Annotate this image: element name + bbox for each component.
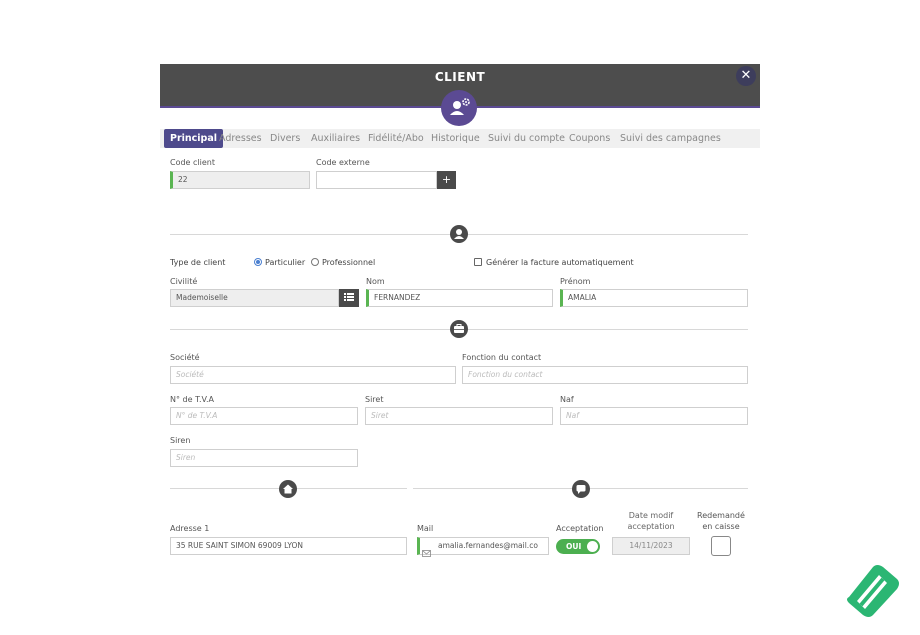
siret-label: Siret bbox=[365, 395, 384, 404]
envelope-icon bbox=[422, 542, 431, 561]
prenom-label: Prénom bbox=[560, 277, 591, 286]
redemande-checkbox[interactable] bbox=[711, 536, 731, 556]
siret-input[interactable]: Siret bbox=[365, 407, 553, 425]
acceptation-toggle[interactable]: OUI bbox=[556, 539, 600, 554]
date-modif-label: Date modif bbox=[628, 511, 674, 520]
en-caisse-label: en caisse bbox=[702, 522, 740, 531]
code-externe-input[interactable] bbox=[316, 171, 437, 189]
naf-label: Naf bbox=[560, 395, 574, 404]
prenom-input[interactable]: AMALIA bbox=[560, 289, 748, 307]
code-client-label: Code client bbox=[170, 158, 215, 167]
code-externe-label: Code externe bbox=[316, 158, 370, 167]
fonction-label: Fonction du contact bbox=[462, 353, 542, 362]
tab-adresses[interactable]: Adresses bbox=[219, 129, 262, 148]
date-acceptation-label: acceptation bbox=[627, 522, 675, 531]
professionnel-label: Professionnel bbox=[322, 258, 376, 267]
facture-label: Générer la facture automatiquement bbox=[486, 258, 634, 267]
siren-label: Siren bbox=[170, 436, 191, 445]
fonction-input[interactable]: Fonction du contact bbox=[462, 366, 748, 384]
user-settings-icon bbox=[441, 90, 477, 126]
redemande-label: Redemandé bbox=[697, 511, 745, 520]
nom-label: Nom bbox=[366, 277, 385, 286]
tab-suivi-campagnes[interactable]: Suivi des campagnes bbox=[620, 129, 721, 148]
civilite-field[interactable]: Mademoiselle bbox=[170, 289, 339, 307]
home-icon bbox=[279, 480, 297, 498]
adresse-label: Adresse 1 bbox=[170, 524, 210, 533]
facture-checkbox[interactable] bbox=[474, 258, 482, 266]
particulier-label: Particulier bbox=[265, 258, 306, 267]
naf-input[interactable]: Naf bbox=[560, 407, 748, 425]
siren-input[interactable]: Siren bbox=[170, 449, 358, 467]
nom-input[interactable]: FERNANDEZ bbox=[366, 289, 553, 307]
tab-coupons[interactable]: Coupons bbox=[569, 129, 610, 148]
adresse-input[interactable]: 35 RUE SAINT SIMON 69009 LYON bbox=[170, 537, 407, 555]
list-icon[interactable] bbox=[339, 289, 359, 307]
chat-icon bbox=[572, 480, 590, 498]
code-client-field: 22 bbox=[170, 171, 310, 189]
close-button[interactable]: ✕ bbox=[736, 66, 756, 86]
brand-logo-icon bbox=[843, 559, 903, 619]
add-code-button[interactable]: + bbox=[437, 171, 456, 189]
tva-label: N° de T.V.A bbox=[170, 395, 215, 404]
societe-input[interactable]: Société bbox=[170, 366, 456, 384]
mail-label: Mail bbox=[417, 524, 434, 533]
civilite-label: Civilité bbox=[170, 277, 198, 286]
tab-bar: Principal Adresses Divers Auxiliaires Fi… bbox=[160, 129, 760, 148]
tab-principal[interactable]: Principal bbox=[164, 129, 224, 148]
date-acceptation-field: 14/11/2023 bbox=[612, 537, 690, 555]
tab-divers[interactable]: Divers bbox=[270, 129, 300, 148]
tva-input[interactable]: N° de T.V.A bbox=[170, 407, 358, 425]
acceptation-label: Acceptation bbox=[556, 524, 604, 533]
radio-professionnel[interactable] bbox=[311, 258, 319, 266]
type-client-label: Type de client bbox=[170, 258, 226, 267]
tab-historique[interactable]: Historique bbox=[431, 129, 480, 148]
briefcase-icon bbox=[450, 320, 468, 338]
tab-auxiliaires[interactable]: Auxiliaires bbox=[311, 129, 360, 148]
societe-label: Société bbox=[170, 353, 200, 362]
radio-particulier[interactable] bbox=[254, 258, 262, 266]
toggle-knob bbox=[587, 541, 598, 552]
tab-suivi-compte[interactable]: Suivi du compte bbox=[488, 129, 565, 148]
tab-fidelite[interactable]: Fidélité/Abo bbox=[368, 129, 424, 148]
person-icon bbox=[450, 225, 468, 243]
toggle-state-text: OUI bbox=[566, 542, 582, 551]
mail-input[interactable]: amalia.fernandes@mail.co bbox=[417, 537, 549, 555]
